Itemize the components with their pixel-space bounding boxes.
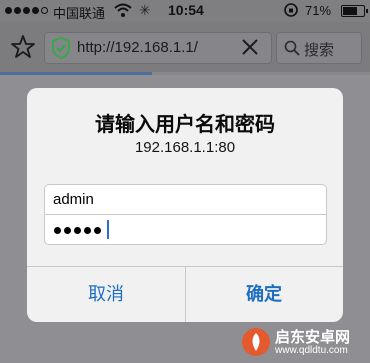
password-dot: [64, 227, 71, 234]
password-dot: [54, 227, 61, 234]
watermark-logo-icon: [242, 328, 270, 356]
watermark-url: www.qdldtu.com: [275, 345, 348, 356]
text-cursor: [107, 220, 109, 239]
search-icon: [284, 40, 300, 56]
page-load-progress: [0, 72, 370, 75]
browser-toolbar: http://192.168.1.1/ 搜索: [0, 22, 370, 72]
cancel-button[interactable]: 取消: [27, 267, 186, 322]
confirm-button[interactable]: 确定: [185, 267, 343, 322]
clock: 10:54: [168, 2, 204, 18]
password-dot: [74, 227, 81, 234]
secure-shield-icon: [52, 37, 70, 59]
battery-icon: [341, 5, 368, 17]
dialog-buttons: 取消 确定: [27, 266, 343, 322]
wifi-icon: [114, 3, 132, 17]
status-bar: 中国联通 ✳ 10:54 71%: [0, 0, 370, 22]
loading-spinner-icon: ✳: [139, 2, 151, 18]
rotation-lock-icon: [284, 3, 298, 17]
dialog-host: 192.168.1.1:80: [134, 139, 236, 156]
password-mask: [54, 227, 101, 234]
dialog-title: 请输入用户名和密码: [95, 114, 275, 136]
carrier-name: 中国联通: [53, 6, 106, 21]
password-field[interactable]: [44, 214, 327, 245]
username-value: admin: [53, 191, 94, 208]
site-watermark: 启东安卓网 www.qdldtu.com: [241, 325, 369, 361]
watermark-name: 启东安卓网: [275, 329, 351, 346]
signal-strength-icon: [5, 7, 48, 14]
password-dot: [84, 227, 91, 234]
bookmark-star-icon[interactable]: [10, 34, 36, 60]
battery-percent: 71%: [305, 3, 332, 18]
close-icon[interactable]: [238, 35, 262, 59]
url-text: http://192.168.1.1/: [77, 39, 198, 56]
http-auth-dialog: 请输入用户名和密码 192.168.1.1:80 admin 取消 确定: [27, 88, 343, 322]
password-dot: [94, 227, 101, 234]
page-load-progress-fill: [0, 72, 152, 75]
search-button[interactable]: 搜索: [276, 32, 362, 64]
search-label: 搜索: [304, 42, 335, 59]
username-field[interactable]: admin: [44, 184, 327, 215]
